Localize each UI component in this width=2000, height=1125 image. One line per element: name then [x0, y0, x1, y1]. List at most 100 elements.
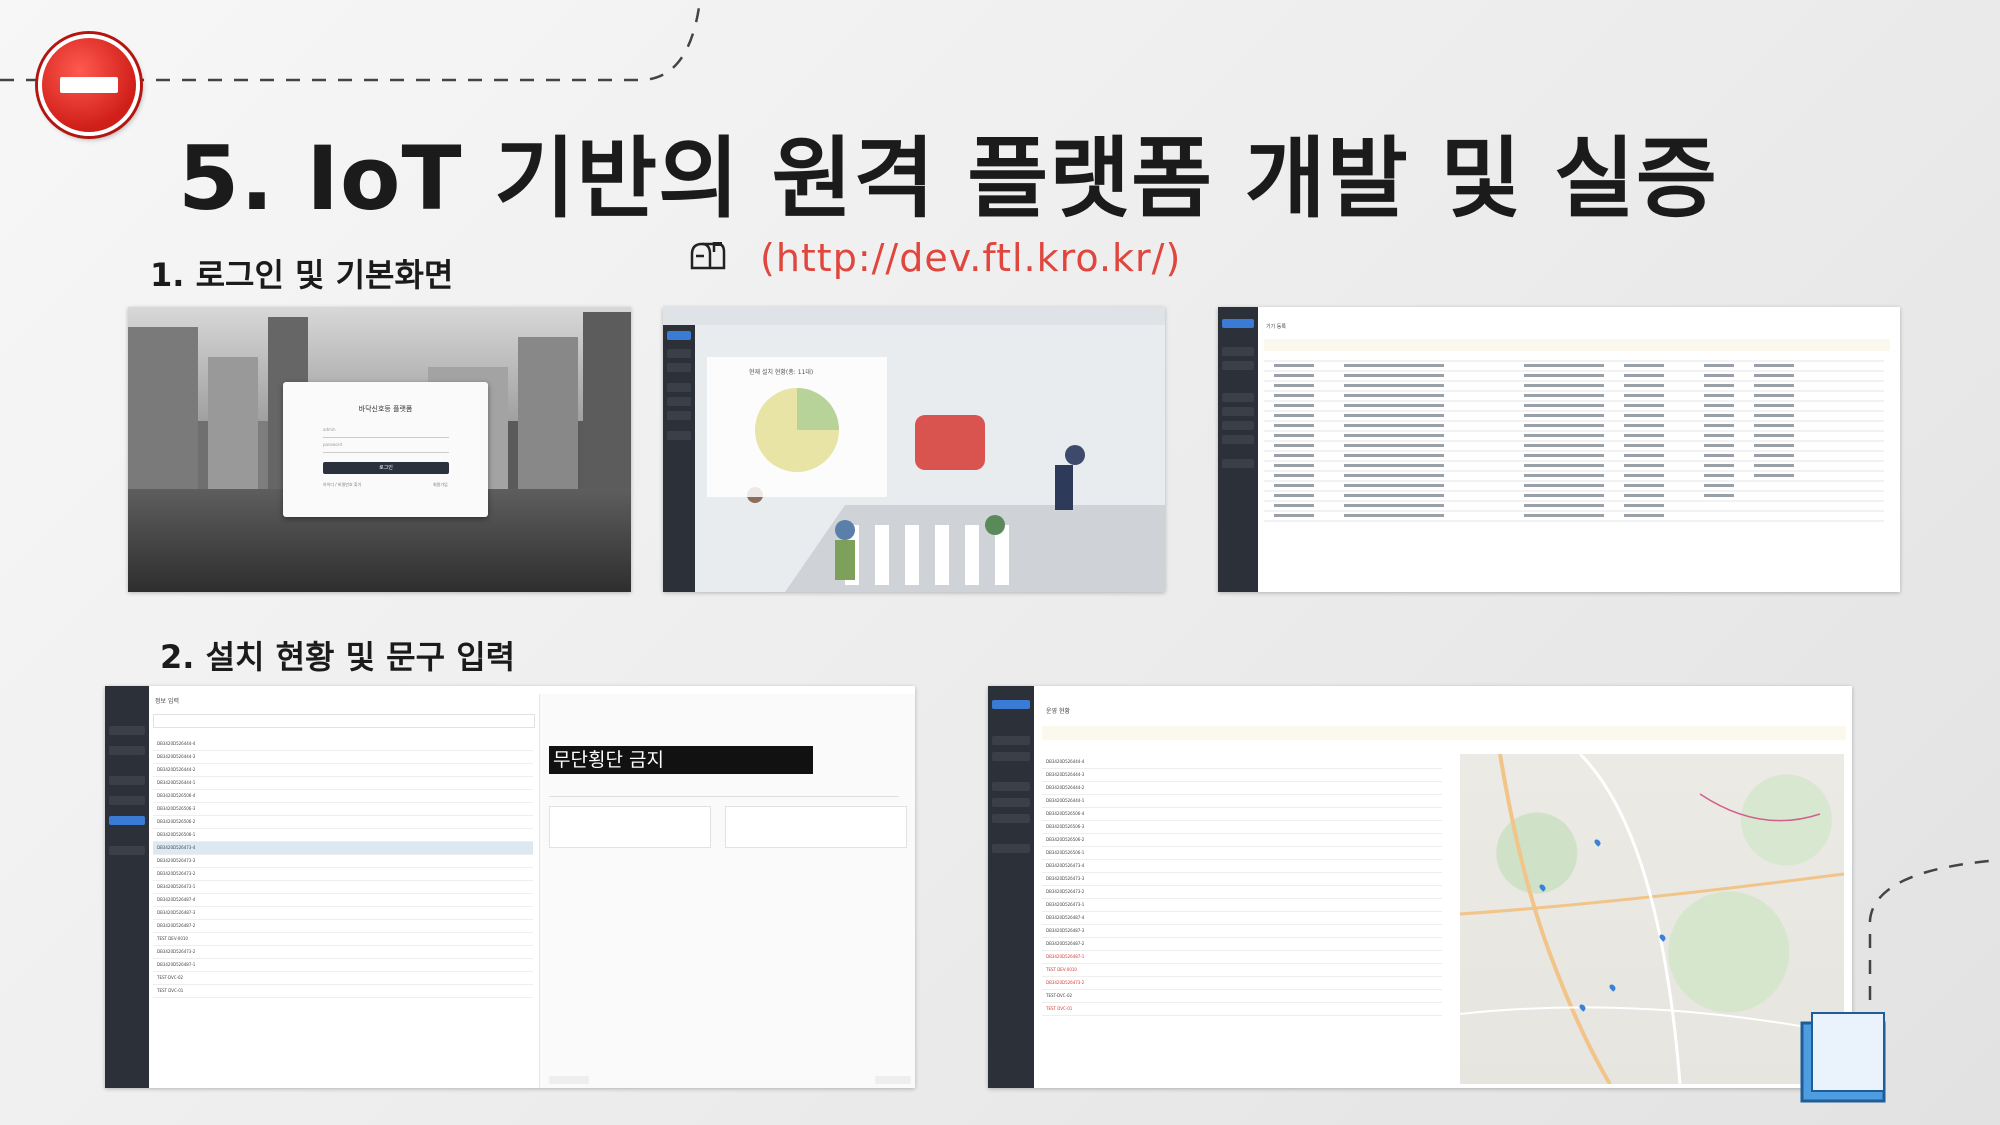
table-row[interactable]: TEST DEV-0010: [153, 933, 533, 946]
table-row[interactable]: DB3420D526506-3: [153, 803, 533, 816]
password-field[interactable]: password: [323, 442, 449, 453]
table-row[interactable]: DB3420D526487-1: [153, 959, 533, 972]
row-key: TEST-DVC-02: [157, 975, 184, 980]
row-key: DB3420D526473-2: [1046, 889, 1085, 894]
message-preview-banner: 무단횡단 금지: [549, 746, 813, 774]
row-key: DB3420D526487-2: [1046, 941, 1085, 946]
row-key: DB3420D526473-2: [157, 871, 196, 876]
table-row[interactable]: TEST DVC-01: [1042, 1003, 1442, 1016]
table-row[interactable]: DB3420D526444-2: [153, 764, 533, 777]
operation-device-list: DB3420D526444-4 DB3420D526444-3 DB3420D526…: [1042, 756, 1442, 1076]
row-key: TEST DEV-0010: [1046, 967, 1077, 972]
operation-status-screenshot: 운영 현황 DB3420D526444-4 DB3420D526444-3 DB34…: [988, 686, 1852, 1088]
row-key: TEST-DVC-02: [1046, 993, 1073, 998]
pie-chart-title: 현재 설치 현황(총: 11대): [749, 369, 814, 376]
table-row[interactable]: DB3420D526473-1: [153, 881, 533, 894]
table-row[interactable]: DB3420D526444-1: [153, 777, 533, 790]
table-row[interactable]: TEST-DVC-02: [153, 972, 533, 985]
table-row[interactable]: DB3420D526444-2: [1042, 782, 1442, 795]
row-key: DB3420D526444-3: [1046, 772, 1085, 777]
row-key: DB3420D526473-2: [157, 949, 196, 954]
login-title: 바닥신호등 플랫폼: [358, 405, 413, 413]
row-key: DB3420D526487-3: [157, 910, 196, 915]
row-key: DB3420D526444-2: [1046, 785, 1085, 790]
table-row[interactable]: DB3420D526506-1: [1042, 847, 1442, 860]
slide-title: 5. IoT 기반의 원격 플랫폼 개발 및 실증: [178, 127, 1718, 230]
row-key: DB3420D526487-3: [1046, 928, 1085, 933]
row-key: DB3420D526444-4: [1046, 759, 1085, 764]
device-header: 기기 등록: [1266, 324, 1286, 330]
table-row[interactable]: DB3420D526506-3: [1042, 821, 1442, 834]
platform-url-link[interactable]: (http://dev.ftl.kro.kr/): [760, 236, 1181, 280]
install-pie-chart: [755, 388, 839, 472]
table-row[interactable]: DB3420D526487-2: [1042, 938, 1442, 951]
mailbox-icon: [690, 242, 726, 270]
device-location-map[interactable]: [1460, 754, 1844, 1084]
section-login-heading: 1. 로그인 및 기본화면: [150, 256, 454, 294]
table-row[interactable]: DB3420D526487-4: [1042, 912, 1442, 925]
row-key: DB3420D526506-4: [1046, 811, 1085, 816]
operation-header: 운영 현황: [1046, 708, 1070, 715]
id-field[interactable]: admin: [323, 427, 449, 438]
table-row[interactable]: TEST DEV-0010: [1042, 964, 1442, 977]
table-row[interactable]: DB3420D526487-4: [153, 894, 533, 907]
table-row[interactable]: DB3420D526473-2: [153, 946, 533, 959]
table-row[interactable]: DB3420D526473-4: [153, 842, 533, 855]
table-row[interactable]: DB3420D526487-2: [153, 920, 533, 933]
row-key: DB3420D526487-4: [157, 897, 196, 902]
row-key: DB3420D526487-4: [1046, 915, 1085, 920]
table-row[interactable]: DB3420D526487-3: [1042, 925, 1442, 938]
row-key: DB3420D526506-2: [1046, 837, 1085, 842]
row-key: DB3420D526473-3: [157, 858, 196, 863]
device-registration-screenshot: 기기 등록: [1218, 307, 1900, 592]
row-key: DB3420D526506-3: [1046, 824, 1085, 829]
table-row[interactable]: DB3420D526473-2: [153, 868, 533, 881]
table-row[interactable]: DB3420D526444-1: [1042, 795, 1442, 808]
row-key: DB3420D526444-1: [157, 780, 196, 785]
row-key: DB3420D526444-3: [157, 754, 196, 759]
dashboard-screenshot: 현재 설치 현황(총: 11대): [663, 307, 1165, 592]
add-device-button[interactable]: [875, 1076, 911, 1084]
row-key: DB3420D526444-4: [157, 741, 196, 746]
row-key: TEST DVC-01: [1046, 1006, 1073, 1011]
section-install-heading: 2. 설치 현황 및 문구 입력: [160, 638, 516, 676]
row-key: DB3420D526473-1: [157, 884, 196, 889]
table-row[interactable]: TEST-DVC-02: [1042, 990, 1442, 1003]
table-row[interactable]: DB3420D526473-4: [1042, 860, 1442, 873]
table-row[interactable]: DB3420D526506-4: [153, 790, 533, 803]
sidebar-home[interactable]: [1222, 319, 1254, 328]
table-row[interactable]: DB3420D526487-3: [153, 907, 533, 920]
row-key: DB3420D526473-4: [157, 845, 196, 850]
row-key: DB3420D526473-2: [1046, 980, 1085, 985]
find-account-link[interactable]: 아이디 / 비밀번호 찾기: [323, 482, 361, 488]
login-card: 바닥신호등 플랫폼 admin password 로그인 아이디 / 비밀번호 …: [283, 382, 488, 517]
table-row[interactable]: DB3420D526473-3: [153, 855, 533, 868]
row-key: DB3420D526473-4: [1046, 863, 1085, 868]
row-key: DB3420D526506-3: [157, 806, 196, 811]
table-row[interactable]: DB3420D526444-4: [1042, 756, 1442, 769]
table-row[interactable]: DB3420D526473-2: [1042, 977, 1442, 990]
table-row[interactable]: DB3420D526473-2: [1042, 886, 1442, 899]
signup-link[interactable]: 회원가입: [433, 482, 448, 488]
table-row[interactable]: TEST DVC-01: [153, 985, 533, 998]
table-row[interactable]: DB3420D526444-3: [1042, 769, 1442, 782]
row-key: DB3420D526487-1: [157, 962, 196, 967]
table-row[interactable]: DB3420D526487-1: [1042, 951, 1442, 964]
row-key: DB3420D526473-3: [1046, 876, 1085, 881]
table-row[interactable]: DB3420D526473-3: [1042, 873, 1442, 886]
table-row[interactable]: DB3420D526473-1: [1042, 899, 1442, 912]
info-input-header: 정보 입력: [155, 698, 179, 705]
row-key: DB3420D526473-1: [1046, 902, 1085, 907]
row-key: DB3420D526506-2: [157, 819, 196, 824]
table-row[interactable]: DB3420D526444-4: [153, 738, 533, 751]
login-button[interactable]: 로그인: [323, 462, 449, 474]
no-entry-sign-icon: [38, 34, 140, 136]
table-row[interactable]: DB3420D526506-1: [153, 829, 533, 842]
row-key: DB3420D526444-2: [157, 767, 196, 772]
row-key: DB3420D526506-1: [1046, 850, 1085, 855]
table-row[interactable]: DB3420D526506-4: [1042, 808, 1442, 821]
table-row[interactable]: DB3420D526506-2: [153, 816, 533, 829]
view-toggle-button[interactable]: [549, 1076, 589, 1084]
table-row[interactable]: DB3420D526506-2: [1042, 834, 1442, 847]
table-row[interactable]: DB3420D526444-3: [153, 751, 533, 764]
